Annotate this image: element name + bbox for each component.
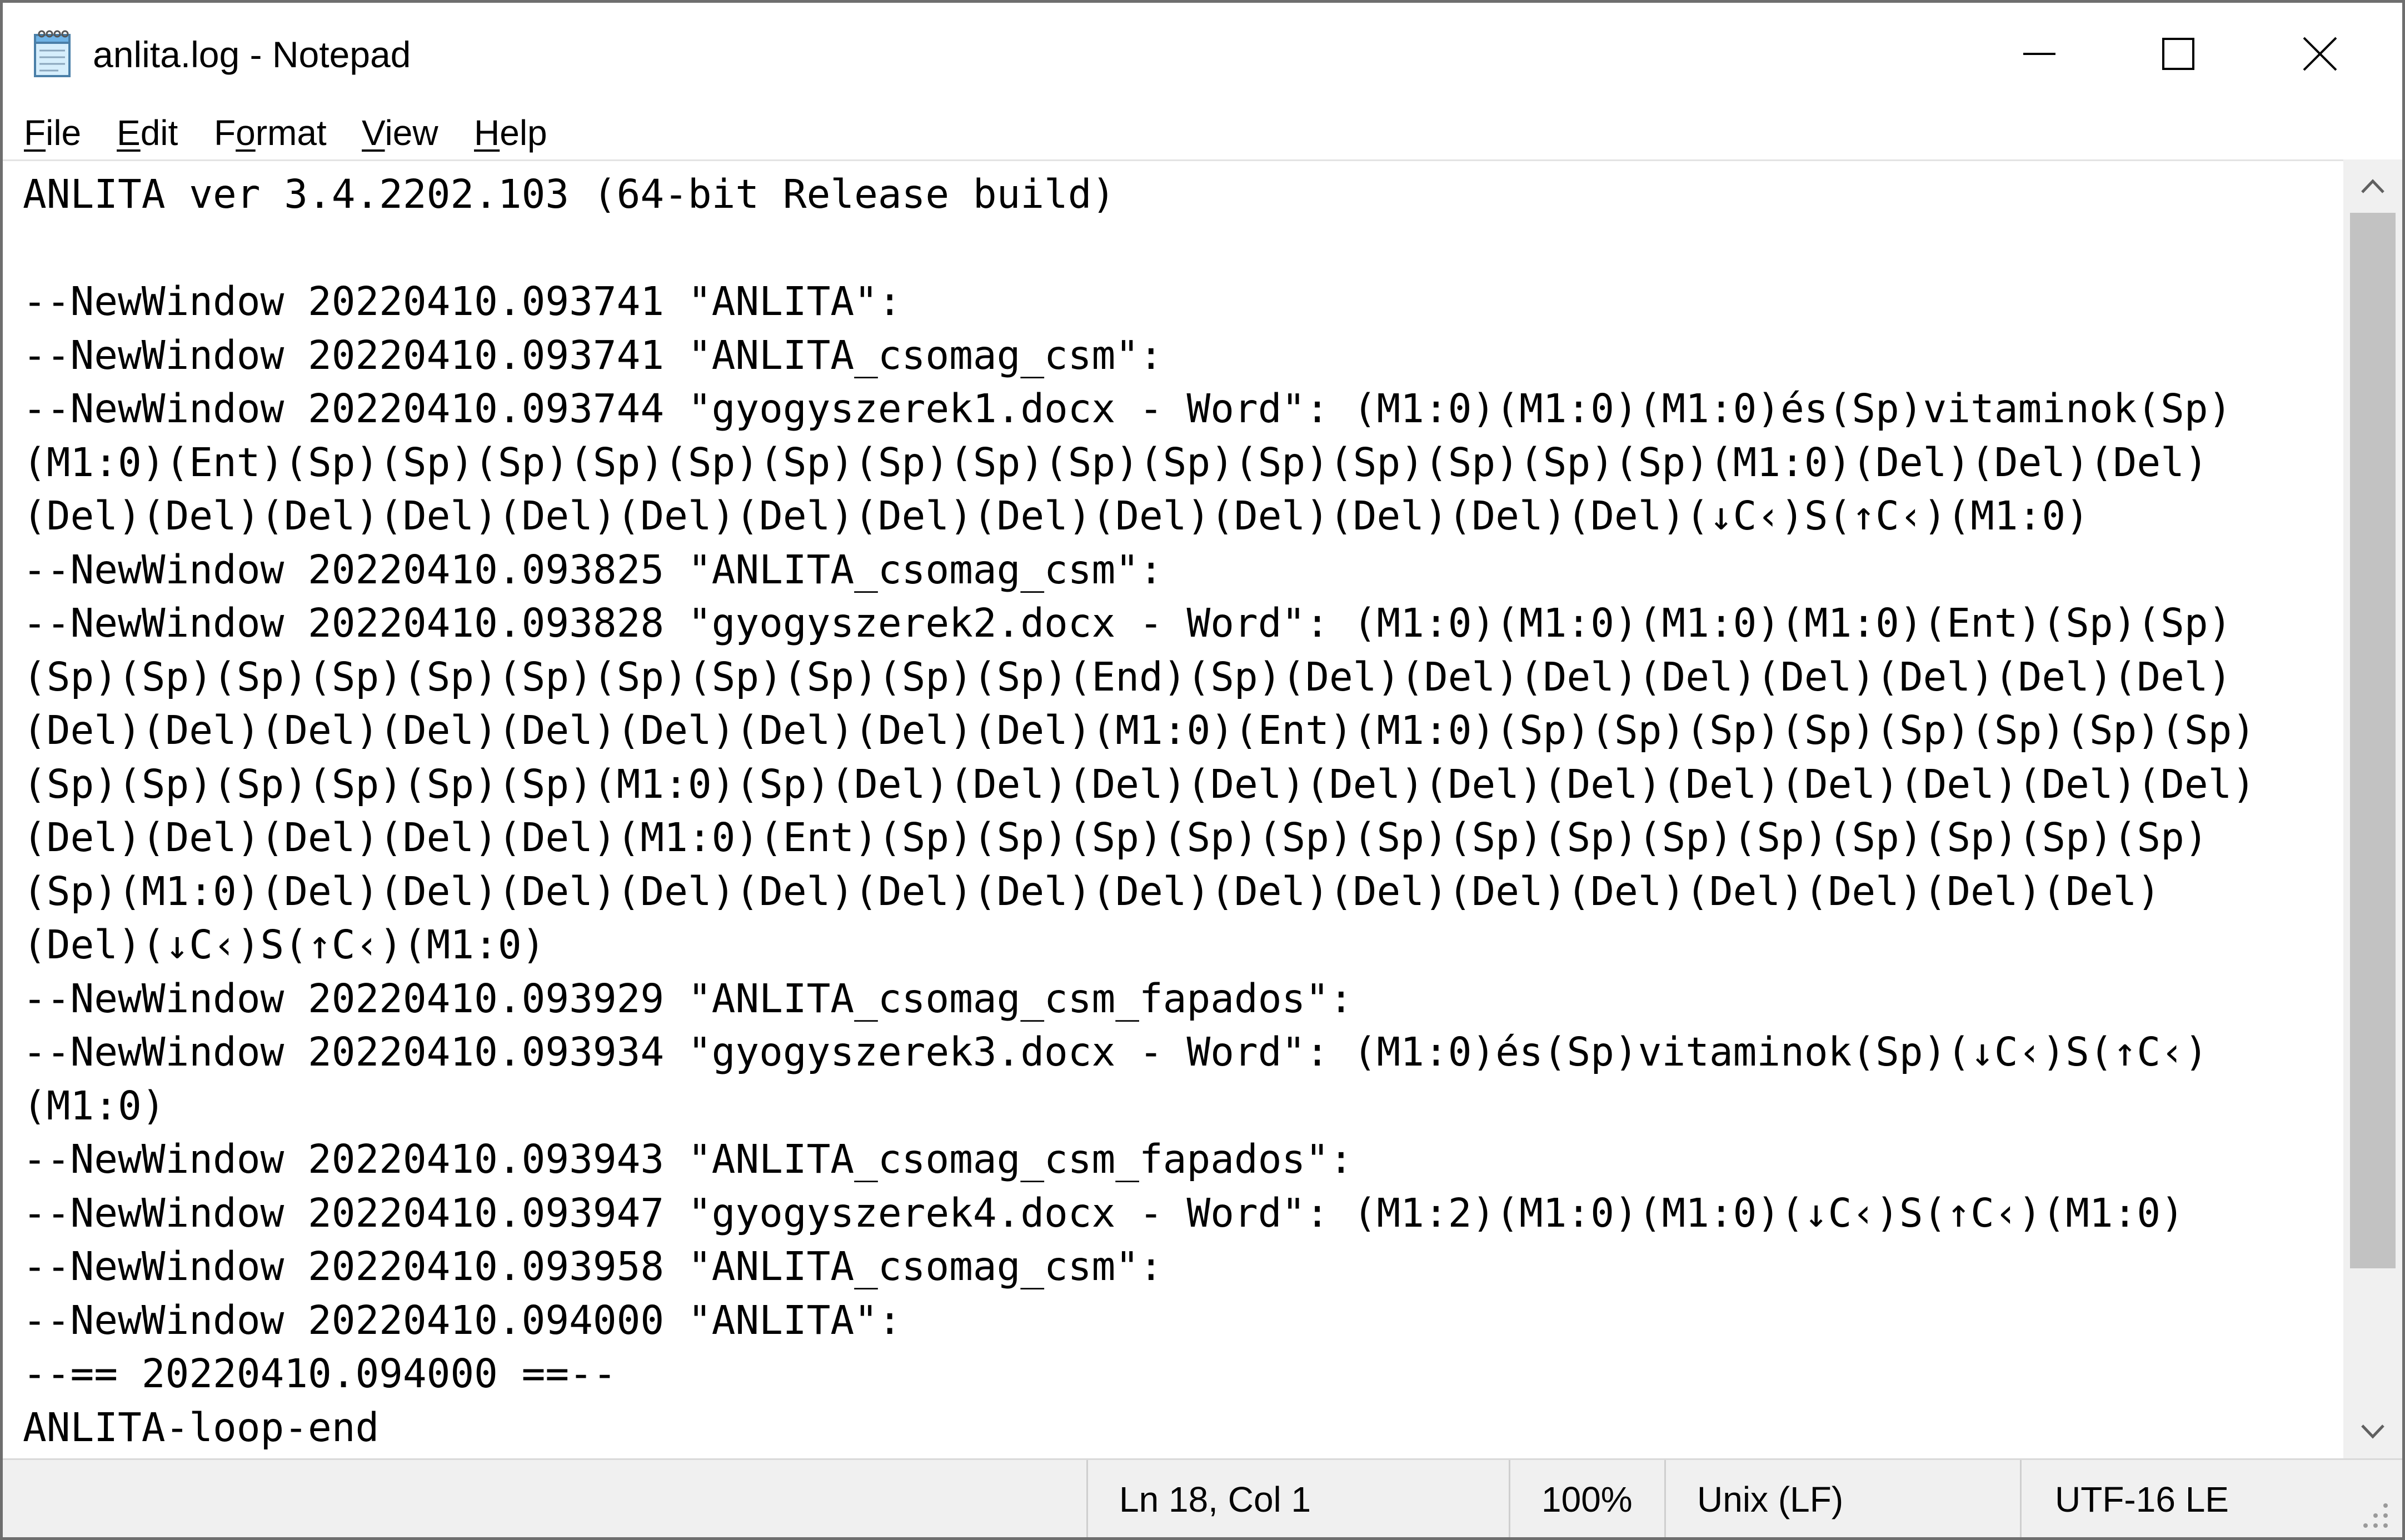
editor-line: --NewWindow 20220410.093741 "ANLITA":	[23, 278, 902, 324]
editor-line: ANLITA ver 3.4.2202.103 (64-bit Release …	[23, 171, 1116, 217]
scroll-up-button[interactable]	[2343, 159, 2402, 213]
editor-line: --NewWindow 20220410.093947 "gyogyszerek…	[23, 1189, 2184, 1236]
vertical-scrollbar[interactable]	[2343, 159, 2402, 1458]
menu-format-prefix: F	[214, 113, 236, 153]
menu-format-label: rmat	[255, 113, 327, 153]
menu-view-label: iew	[385, 113, 438, 153]
notepad-window: anlita.log - Notepad File Edit Format Vi…	[0, 0, 2405, 1540]
menu-help[interactable]: Help	[474, 109, 547, 156]
editor-line: --NewWindow 20220410.093934 "gyogyszerek…	[23, 1029, 2208, 1075]
maximize-button[interactable]	[2109, 3, 2248, 105]
scroll-down-button[interactable]	[2343, 1405, 2402, 1458]
close-button[interactable]	[2251, 3, 2389, 105]
status-line-ending: Unix (LF)	[1664, 1460, 2020, 1537]
minimize-icon	[2023, 53, 2055, 55]
editor-line	[23, 222, 2256, 276]
menu-edit[interactable]: Edit	[117, 109, 178, 156]
editor-line: --NewWindow 20220410.093943 "ANLITA_csom…	[23, 1136, 1353, 1182]
editor-lines: ANLITA ver 3.4.2202.103 (64-bit Release …	[23, 168, 2256, 1454]
editor-line: --== 20220410.094000 ==--	[23, 1351, 617, 1397]
editor-line: (Del)(Del)(Del)(Del)(Del)(Del)(Del)(Del)…	[23, 493, 2089, 539]
notepad-icon[interactable]	[31, 29, 75, 78]
menu-bar: File Edit Format View Help	[3, 105, 2402, 159]
menu-help-label: elp	[500, 113, 547, 153]
menu-format[interactable]: Format	[214, 109, 327, 156]
editor-line: --NewWindow 20220410.093741 "ANLITA_csom…	[23, 332, 1163, 378]
menu-edit-label: dit	[140, 113, 178, 153]
editor-line: (Sp)(M1:0)(Del)(Del)(Del)(Del)(Del)(Del)…	[23, 868, 2161, 914]
resize-grip-icon[interactable]	[2358, 1498, 2391, 1531]
editor-line: --NewWindow 20220410.093929 "ANLITA_csom…	[23, 975, 1353, 1022]
editor-line: (Sp)(Sp)(Sp)(Sp)(Sp)(Sp)(Sp)(Sp)(Sp)(Sp)…	[23, 653, 2232, 700]
text-editor[interactable]: ANLITA ver 3.4.2202.103 (64-bit Release …	[3, 159, 2343, 1460]
menu-format-accel: o	[236, 113, 256, 153]
menu-file-label: ile	[46, 113, 82, 153]
menu-view-accel: V	[362, 113, 385, 153]
minimize-button[interactable]	[1970, 3, 2109, 105]
menu-edit-accel: E	[117, 113, 141, 153]
editor-line: (Del)(Del)(Del)(Del)(Del)(M1:0)(Ent)(Sp)…	[23, 814, 2208, 861]
close-icon	[2303, 37, 2337, 71]
editor-line: (Del)(Del)(Del)(Del)(Del)(Del)(Del)(Del)…	[23, 707, 2256, 753]
editor-line: --NewWindow 20220410.093958 "ANLITA_csom…	[23, 1243, 1163, 1289]
editor-line: --NewWindow 20220410.093744 "gyogyszerek…	[23, 386, 2232, 432]
editor-line: (M1:0)	[23, 1082, 166, 1129]
window-title: anlita.log - Notepad	[93, 34, 411, 75]
editor-line: --NewWindow 20220410.094000 "ANLITA":	[23, 1297, 902, 1343]
menu-view[interactable]: View	[362, 109, 438, 156]
status-bar: Ln 18, Col 1 100% Unix (LF) UTF-16 LE	[3, 1458, 2402, 1537]
status-encoding: UTF-16 LE	[2020, 1460, 2402, 1537]
maximize-icon	[2162, 38, 2194, 70]
editor-line: (Sp)(Sp)(Sp)(Sp)(Sp)(Sp)(M1:0)(Sp)(Del)(…	[23, 761, 2256, 807]
scrollbar-thumb[interactable]	[2350, 213, 2396, 1268]
editor-line: --NewWindow 20220410.093828 "gyogyszerek…	[23, 600, 2232, 646]
status-cursor-position: Ln 18, Col 1	[1086, 1460, 1509, 1537]
editor-line: (Del)(↓C‹)S(↑C‹)(M1:0)	[23, 922, 546, 968]
status-zoom: 100%	[1509, 1460, 1664, 1537]
editor-line: (M1:0)(Ent)(Sp)(Sp)(Sp)(Sp)(Sp)(Sp)(Sp)(…	[23, 439, 2208, 486]
editor-line: --NewWindow 20220410.093825 "ANLITA_csom…	[23, 546, 1163, 593]
chevron-up-icon	[2361, 179, 2384, 193]
title-bar[interactable]: anlita.log - Notepad	[3, 3, 2402, 105]
editor-line: ANLITA-loop-end	[23, 1404, 380, 1451]
menu-help-accel: H	[474, 113, 500, 153]
menu-file[interactable]: File	[24, 109, 81, 156]
menu-file-accel: F	[24, 113, 46, 153]
chevron-down-icon	[2361, 1424, 2384, 1439]
